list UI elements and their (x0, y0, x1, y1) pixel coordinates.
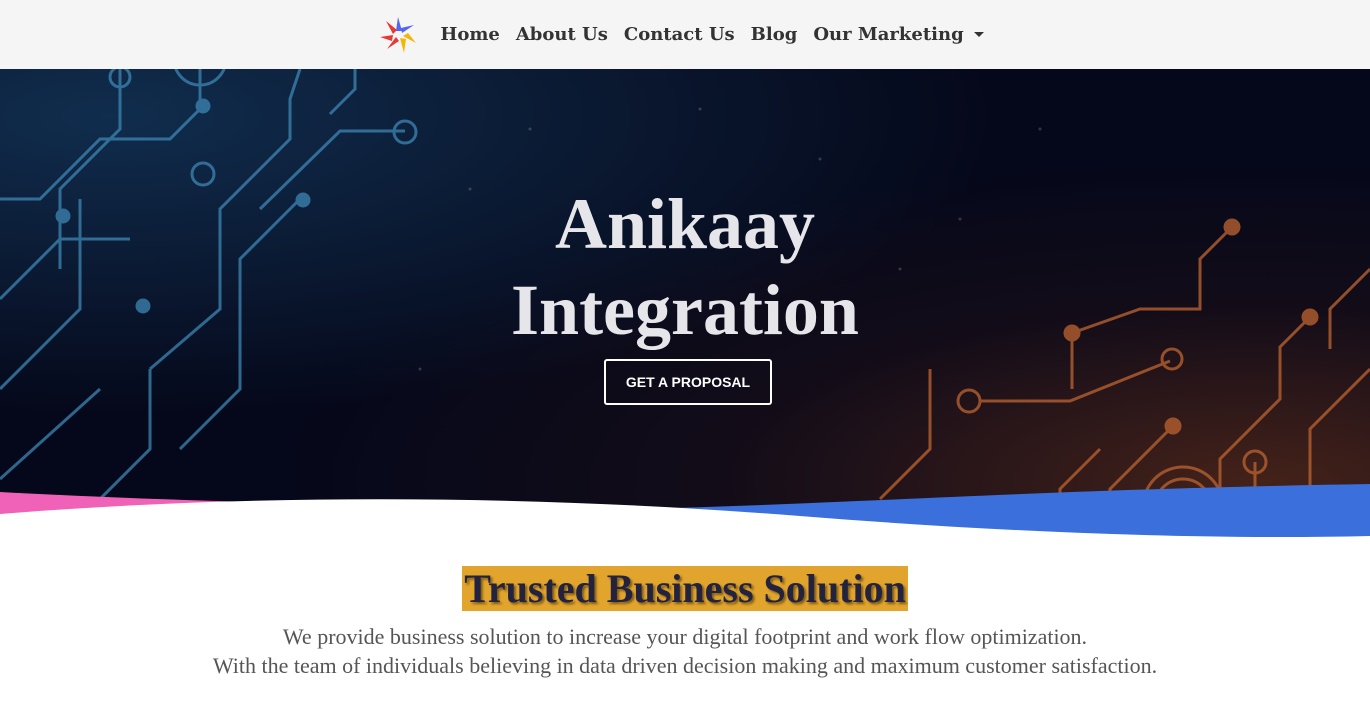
nav-marketing-dropdown[interactable]: Our Marketing (813, 24, 984, 45)
nav-blog-link[interactable]: Blog (751, 24, 798, 45)
navbar: Home About Us Contact Us Blog Our Market… (0, 0, 1370, 69)
wave-divider (0, 484, 1370, 550)
hero-title-line2: Integration (511, 270, 859, 350)
section-description: We provide business solution to increase… (0, 622, 1370, 680)
section-title: Trusted Business Solution (0, 566, 1370, 611)
description-line2: With the team of individuals believing i… (212, 653, 1158, 678)
description-line1: We provide business solution to increase… (282, 624, 1088, 649)
section-title-text: Trusted Business Solution (462, 566, 908, 611)
caret-down-icon (973, 32, 984, 37)
nav-home-link[interactable]: Home (440, 24, 500, 45)
nav-about-link[interactable]: About Us (516, 24, 608, 45)
hero-title-line1: Anikaay (554, 184, 816, 264)
hero-section: Anikaay Integration GET A PROPOSAL (0, 69, 1370, 539)
hero-title: Anikaay Integration (0, 181, 1370, 353)
logo-icon[interactable] (378, 15, 418, 55)
nav-inner: Home About Us Contact Us Blog Our Market… (378, 15, 991, 55)
nav-marketing-label: Our Marketing (813, 24, 964, 45)
nav-contact-link[interactable]: Contact Us (624, 24, 735, 45)
get-proposal-button[interactable]: GET A PROPOSAL (604, 359, 772, 405)
